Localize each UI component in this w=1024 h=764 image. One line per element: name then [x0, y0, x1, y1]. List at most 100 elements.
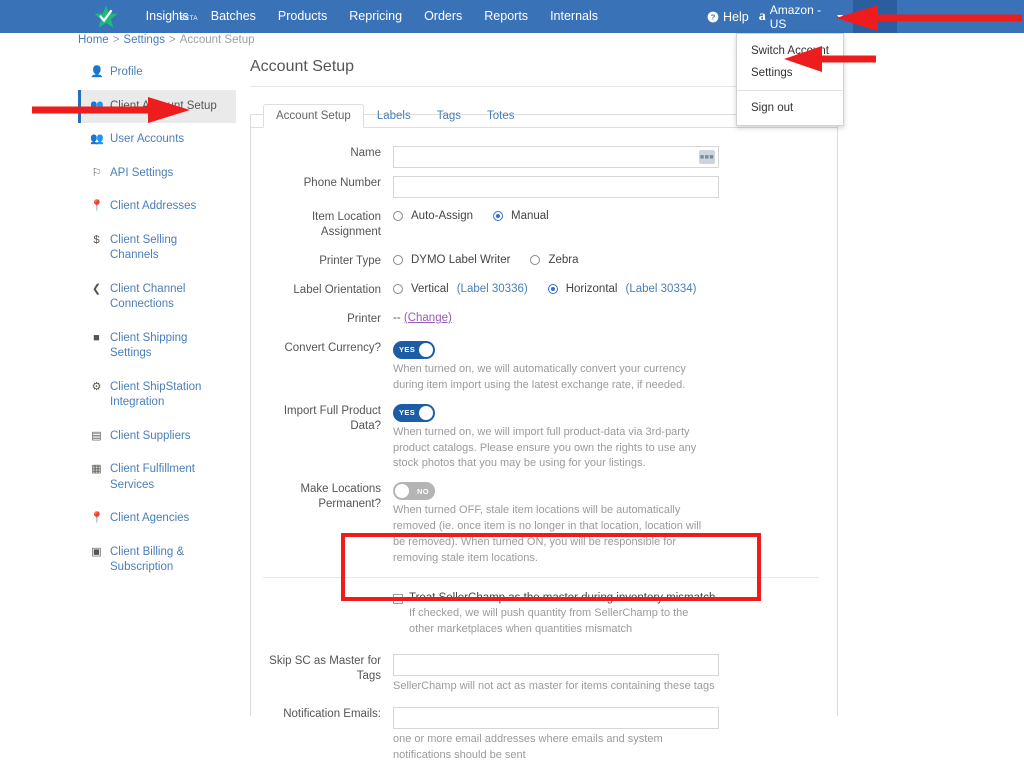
tab-account-setup[interactable]: Account Setup: [263, 104, 364, 128]
import-full-product-data-toggle[interactable]: YES: [393, 403, 435, 422]
tab-labels[interactable]: Labels: [364, 104, 424, 128]
menu-divider: [737, 90, 843, 91]
sidebar-item-client-selling-channels[interactable]: $ Client Selling Channels: [78, 224, 236, 273]
form-row-item-location: Item Location Assignment Auto-Assign Man…: [251, 210, 837, 240]
radio-horizontal[interactable]: [547, 283, 558, 294]
nav-item-orders[interactable]: Orders: [413, 0, 473, 33]
breadcrumb-home[interactable]: Home: [78, 34, 109, 46]
sidebar-item-label: API Settings: [110, 166, 174, 179]
help-link[interactable]: ? Help: [707, 10, 749, 24]
user-dropdown-menu: Switch Account Settings Sign out: [736, 33, 844, 126]
radio-vertical-label: Vertical: [411, 282, 449, 295]
sidebar-item-client-agencies[interactable]: 📍 Client Agencies: [78, 502, 236, 536]
nav-item-batches[interactable]: Batches: [200, 0, 267, 33]
map-pin-icon: 📍: [90, 512, 104, 525]
breadcrumb-settings[interactable]: Settings: [123, 34, 165, 46]
sidebar-item-client-billing-subscription[interactable]: ▣ Client Billing & Subscription: [78, 536, 236, 585]
nav-item-repricing[interactable]: Repricing: [338, 0, 413, 33]
radio-dymo-label-writer[interactable]: [393, 254, 403, 265]
users-icon: 👥: [90, 133, 104, 146]
toggle-state-label: NO: [416, 486, 429, 496]
phone-input[interactable]: [393, 176, 719, 198]
settings-sidebar: 👤 Profile 👥 Client Account Setup 👥 User …: [78, 56, 236, 585]
marketplace-label: Amazon - US: [769, 2, 822, 31]
name-input[interactable]: ■■■: [393, 146, 719, 168]
radio-manual[interactable]: [493, 211, 504, 221]
nav-item-insights[interactable]: Insights BETA: [135, 0, 200, 33]
radio-zebra[interactable]: [530, 254, 541, 265]
label-orientation-radio-group: Vertical (Label 30336) Horizontal (Label…: [393, 283, 819, 295]
top-navigation-bar: Insights BETA Batches Products Repricing …: [0, 0, 1024, 33]
nav-item-products[interactable]: Products: [267, 0, 338, 33]
phone-label: Phone Number: [303, 177, 381, 189]
printer-type-radio-group: DYMO Label Writer Zebra: [393, 254, 819, 266]
sidebar-item-client-shipstation-integration[interactable]: ⚙ Client ShipStation Integration: [78, 371, 236, 420]
user-avatar-icon: 👤: [861, 9, 878, 24]
skip-sc-tags-help: SellerChamp will not act as master for i…: [393, 680, 715, 692]
toggle-state-label: YES: [399, 408, 416, 418]
radio-auto-assign[interactable]: [393, 211, 403, 221]
sidebar-item-label: Client Shipping Settings: [110, 331, 188, 360]
sidebar-item-label: Client Account Setup: [110, 99, 217, 112]
marketplace-selector[interactable]: a Amazon - US: [749, 3, 853, 31]
sidebar-item-client-fulfillment-services[interactable]: ▦ Client Fulfillment Services: [78, 453, 236, 502]
chevron-down-icon: [882, 14, 889, 19]
help-label: Help: [723, 9, 749, 24]
users-cog-icon: 👥: [90, 99, 104, 112]
dollar-icon: $: [93, 233, 100, 246]
sidebar-item-client-channel-connections[interactable]: ❮ Client Channel Connections: [78, 273, 236, 322]
printer-change-link[interactable]: (Change): [404, 312, 452, 324]
menu-item-switch-account[interactable]: Switch Account: [737, 40, 843, 62]
toggle-knob: [395, 484, 409, 499]
nav-item-reports[interactable]: Reports: [473, 0, 539, 33]
item-location-radio-group: Auto-Assign Manual: [393, 210, 819, 222]
sellerchamp-star-logo[interactable]: [88, 0, 125, 33]
radio-horizontal-sub: (Label 30334): [625, 282, 697, 295]
keyboard-icon[interactable]: ■■■: [699, 150, 715, 164]
convert-currency-label: Convert Currency?: [284, 341, 381, 354]
breadcrumb: Home > Settings > Account Setup: [78, 34, 255, 46]
radio-dymo-label: DYMO Label Writer: [411, 253, 511, 266]
form-row-label-orientation: Label Orientation Vertical (Label 30336)…: [251, 283, 837, 298]
sidebar-item-client-shipping-settings[interactable]: ■ Client Shipping Settings: [78, 322, 236, 371]
sidebar-item-client-account-setup[interactable]: 👥 Client Account Setup: [78, 89, 236, 124]
help-circle-icon: ?: [707, 11, 719, 22]
tab-tags[interactable]: Tags: [424, 104, 474, 128]
menu-item-sign-out[interactable]: Sign out: [737, 97, 843, 119]
sidebar-item-label: Client Selling Channels: [110, 233, 178, 262]
user-menu-button[interactable]: 👤: [852, 0, 897, 33]
user-icon: 👤: [90, 66, 104, 78]
form-row-convert-currency: Convert Currency? YES When turned on, we…: [251, 340, 837, 394]
sidebar-item-profile[interactable]: 👤 Profile: [78, 56, 236, 90]
sidebar-item-label: Client Agencies: [110, 512, 190, 525]
skip-sc-tags-input[interactable]: [393, 654, 719, 676]
share-icon: ❮: [91, 282, 102, 295]
notification-emails-input[interactable]: [393, 706, 719, 729]
convert-currency-toggle[interactable]: YES: [393, 340, 435, 359]
toggle-knob: [419, 342, 433, 357]
sidebar-item-client-addresses[interactable]: 📍 Client Addresses: [78, 190, 236, 224]
sidebar-item-client-suppliers[interactable]: ▤ Client Suppliers: [78, 420, 236, 454]
account-setup-panel: Account Setup Labels Tags Totes Name ■■■…: [250, 104, 838, 761]
gear-icon: ⚙: [91, 380, 102, 393]
form-row-skip-sc-tags: Skip SC as Master for Tags SellerChamp w…: [251, 654, 837, 695]
menu-item-settings[interactable]: Settings: [737, 62, 843, 84]
label-orientation-label: Label Orientation: [293, 283, 381, 296]
breadcrumb-separator: >: [112, 34, 120, 46]
make-locations-permanent-toggle[interactable]: NO: [393, 482, 435, 501]
tab-totes[interactable]: Totes: [474, 104, 528, 128]
treat-master-highlight-box: [341, 533, 761, 601]
sidebar-item-api-settings[interactable]: ⚐ API Settings: [78, 157, 236, 191]
form-row-printer: Printer -- (Change): [251, 312, 837, 327]
form-row-notification-emails: Notification Emails: one or more email a…: [251, 706, 837, 764]
radio-vertical[interactable]: [393, 283, 403, 294]
radio-zebra-label: Zebra: [548, 253, 579, 266]
sidebar-item-user-accounts[interactable]: 👥 User Accounts: [78, 123, 236, 157]
nav-right-group: a Amazon - US 👤: [749, 0, 1024, 33]
radio-auto-assign-label: Auto-Assign: [411, 210, 474, 222]
nav-item-internals[interactable]: Internals: [539, 0, 609, 33]
import-full-product-data-help: When turned on, we will import full prod…: [393, 425, 697, 470]
truck-icon: ▤: [91, 429, 102, 442]
skip-sc-tags-label: Skip SC as Master for Tags: [269, 655, 381, 682]
sidebar-item-label: User Accounts: [110, 133, 185, 146]
